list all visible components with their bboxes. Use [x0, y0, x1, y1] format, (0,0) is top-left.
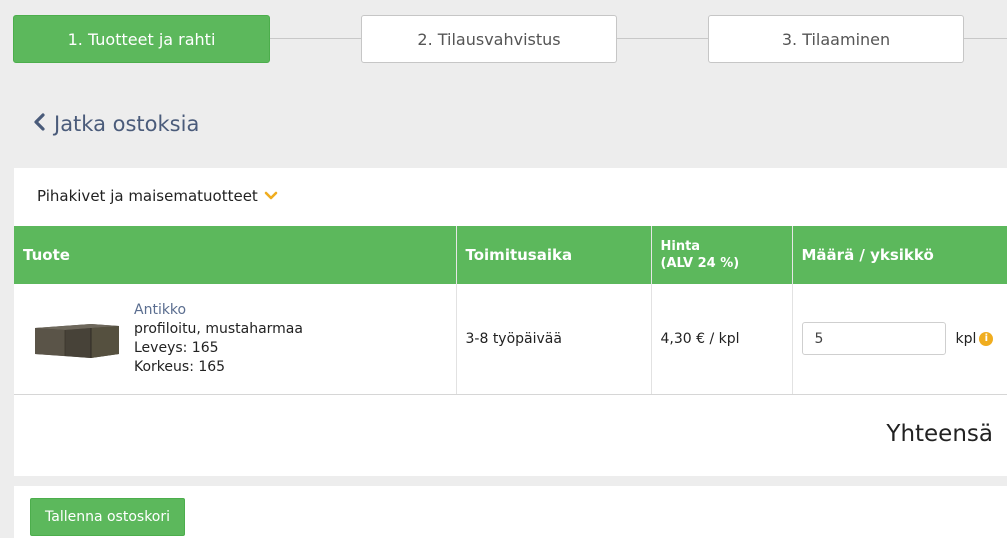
price-header-line1: Hinta: [660, 239, 701, 254]
price-cell: 4,30 € / kpl: [651, 284, 793, 395]
delivery-cell: 3-8 työpäivää: [456, 284, 652, 395]
product-name-link[interactable]: Antikko: [134, 301, 303, 320]
product-description: profiloitu, mustaharmaa: [134, 320, 303, 337]
cart-table: Tuote Toimitusaika Hinta (ALV 24 %) Määr…: [14, 226, 1007, 395]
step-ordering[interactable]: 3. Tilaaminen: [708, 15, 964, 63]
quantity-input[interactable]: [801, 322, 946, 356]
column-header-price: Hinta (ALV 24 %): [651, 226, 793, 284]
product-height: Korkeus: 165: [134, 358, 226, 375]
chevron-down-icon: [264, 187, 278, 205]
quantity-cell: kpl i: [792, 284, 1007, 395]
cart-page: 1. Tuotteet ja rahti 2. Tilausvahvistus …: [0, 0, 1007, 538]
step-label: 3. Tilaaminen: [781, 29, 891, 49]
product-image[interactable]: [31, 320, 121, 358]
step-label: 2. Tilausvahvistus: [417, 29, 561, 49]
step-products-shipping[interactable]: 1. Tuotteet ja rahti: [13, 15, 270, 63]
category-label: Pihakivet ja maisematuotteet: [37, 187, 258, 205]
unit-label-group: kpl i: [956, 331, 994, 347]
cart-actions-bar: Tallenna ostoskori: [14, 486, 1007, 538]
checkout-stepper: 1. Tuotteet ja rahti 2. Tilausvahvistus …: [0, 0, 1007, 80]
product-cell: Antikko profiloitu, mustaharmaa Leveys: …: [14, 284, 457, 395]
total-label: Yhteensä: [886, 421, 993, 447]
save-cart-button[interactable]: Tallenna ostoskori: [30, 498, 186, 536]
table-row: Antikko profiloitu, mustaharmaa Leveys: …: [14, 284, 1007, 395]
category-toggle[interactable]: Pihakivet ja maisematuotteet: [37, 187, 278, 205]
chevron-left-icon: [33, 112, 46, 136]
column-header-delivery: Toimitusaika: [456, 226, 652, 284]
price-header-line2: (ALV 24 %): [660, 256, 740, 271]
table-header-row: Tuote Toimitusaika Hinta (ALV 24 %) Määr…: [14, 226, 1007, 284]
column-header-quantity: Määrä / yksikkö: [792, 226, 1007, 284]
step-label: 1. Tuotteet ja rahti: [67, 29, 216, 49]
column-header-product: Tuote: [14, 226, 457, 284]
continue-shopping-link[interactable]: Jatka ostoksia: [33, 112, 199, 136]
step-order-confirmation[interactable]: 2. Tilausvahvistus: [361, 15, 617, 63]
continue-shopping-label: Jatka ostoksia: [54, 112, 200, 136]
info-icon[interactable]: i: [979, 331, 994, 346]
cart-panel: Pihakivet ja maisematuotteet Tuote Toimi…: [14, 168, 1007, 476]
unit-label: kpl: [955, 330, 977, 347]
product-width: Leveys: 165: [134, 339, 219, 356]
